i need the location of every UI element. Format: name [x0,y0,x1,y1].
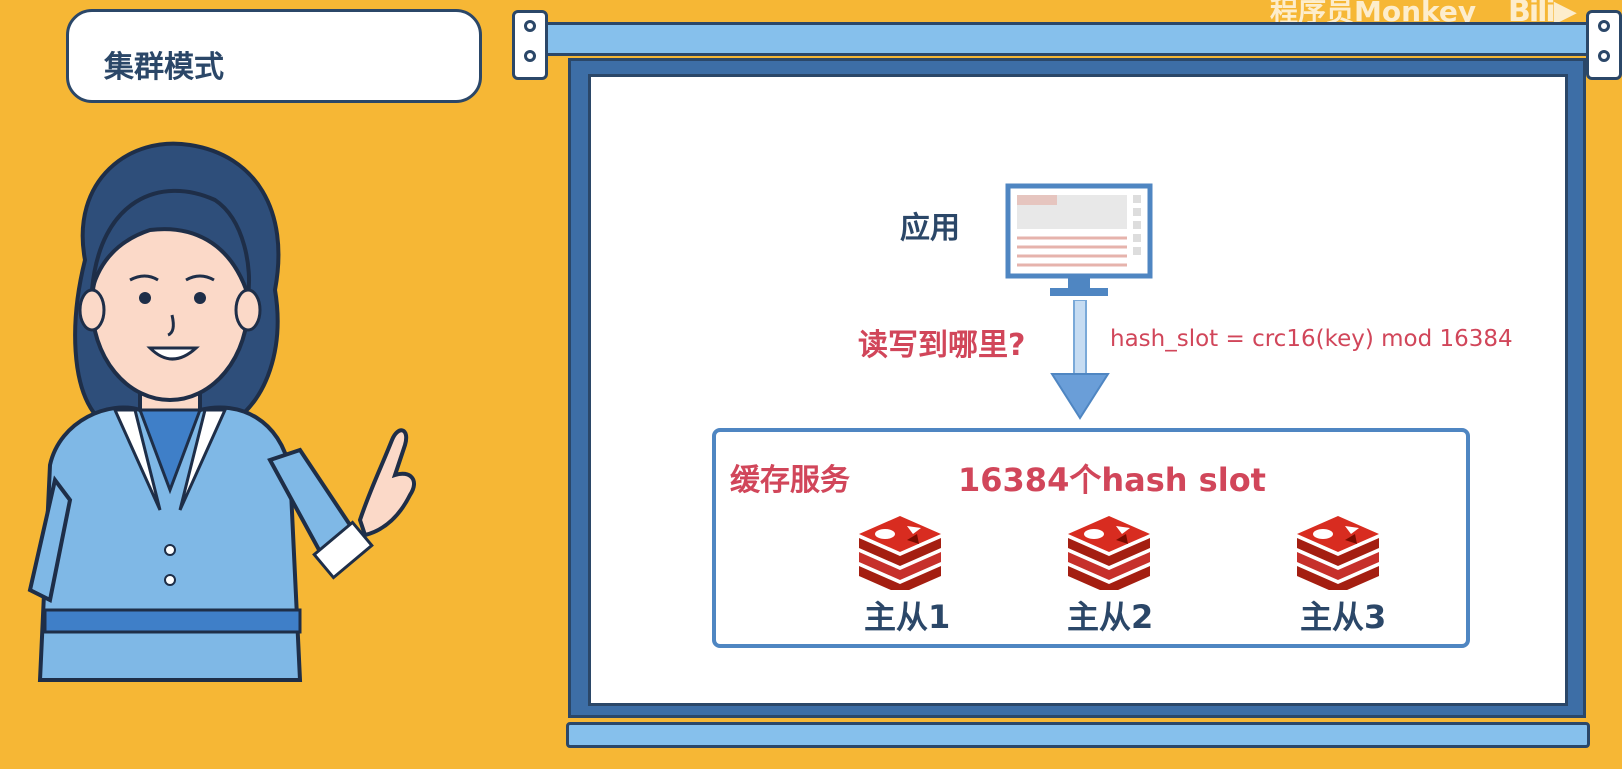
bracket-bolt-icon [1598,50,1610,62]
monitor-icon [1005,183,1153,296]
app-label: 应用 [900,211,960,246]
bracket-bolt-icon [524,20,536,32]
screen-bottom-rail [566,722,1590,748]
redis-icon [1297,516,1379,590]
node-label: 主从3 [1300,598,1387,636]
bracket-bolt-icon [524,50,536,62]
hash-slot-count: 16384个hash slot [958,461,1266,499]
bracket-bolt-icon [1598,20,1610,32]
presenter-illustration [27,141,416,682]
node-label: 主从1 [864,598,951,636]
redis-icon [859,516,941,590]
screen-top-rail [536,22,1606,56]
hash-formula: hash_slot = crc16(key) mod 16384 [1110,326,1513,352]
node-label: 主从2 [1067,598,1154,636]
redis-icon [1068,516,1150,590]
question-label: 读写到哪里? [858,328,1026,363]
down-arrow-icon [1050,300,1110,420]
page-title: 集群模式 [104,50,224,85]
cache-service-label: 缓存服务 [730,463,850,498]
